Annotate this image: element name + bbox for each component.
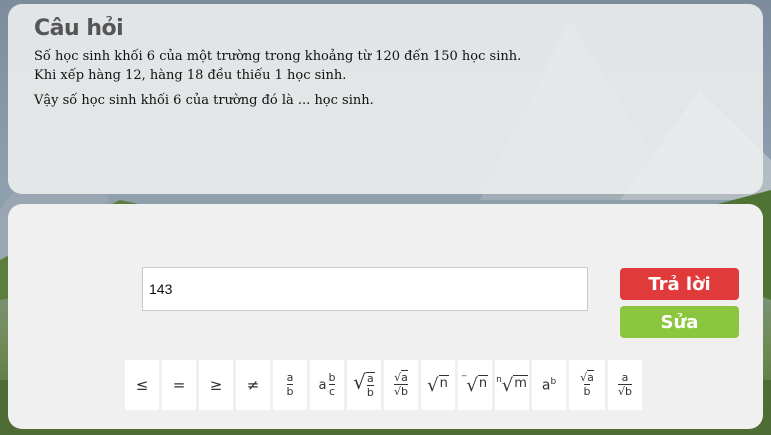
sqrt-button[interactable]: √ n [421, 360, 455, 410]
fraction-button[interactable]: a b [273, 360, 307, 410]
question-panel: Câu hỏi Số học sinh khối 6 của một trườn… [8, 4, 763, 194]
fraction-icon: a b [286, 371, 294, 398]
nth-root-m-button[interactable]: n √ m [495, 360, 529, 410]
mixed-number-button[interactable]: a b c [310, 360, 344, 410]
sqrt-over-sqrt-button[interactable]: √a √b [384, 360, 418, 410]
a-over-sqrt-b-button[interactable]: a √b [608, 360, 642, 410]
sqrt-a-over-b-button[interactable]: √a b [569, 360, 605, 410]
a-over-sqrt-b-icon: a √b [618, 371, 632, 398]
nth-root-button[interactable]: ‾ √ n [458, 360, 492, 410]
power-icon: ab [541, 376, 557, 394]
submit-answer-button[interactable]: Trả lời [620, 268, 739, 300]
sqrt-fraction-icon: √ a b [353, 369, 375, 399]
less-equal-button[interactable]: ≤ [125, 360, 159, 410]
sqrt-icon: √ n [427, 374, 449, 396]
question-title: Câu hỏi [34, 16, 124, 41]
edit-answer-button[interactable]: Sửa [620, 306, 739, 338]
mixed-number-icon: a b c [318, 371, 336, 398]
sqrt-over-sqrt-icon: √a √b [394, 370, 408, 398]
question-line-3: Vậy số học sinh khối 6 của trường đó là … [34, 93, 374, 108]
question-line-2: Khi xếp hàng 12, hàng 18 đều thiếu 1 học… [34, 68, 347, 83]
nth-root-icon: ‾ √ n [461, 374, 489, 396]
not-equal-button[interactable]: ≠ [236, 360, 270, 410]
answer-input[interactable] [142, 267, 588, 311]
math-symbol-toolbar: ≤ = ≥ ≠ a b a b c √ a b √a √b √ n ‾ √ n … [125, 360, 642, 410]
power-button[interactable]: ab [532, 360, 566, 410]
sqrt-fraction-button[interactable]: √ a b [347, 360, 381, 410]
equals-button[interactable]: = [162, 360, 196, 410]
question-line-1: Số học sinh khối 6 của một trường trong … [34, 49, 522, 64]
greater-equal-button[interactable]: ≥ [199, 360, 233, 410]
answer-panel: Trả lời Sửa ≤ = ≥ ≠ a b a b c √ [8, 204, 763, 429]
nth-root-m-icon: n √ m [496, 374, 528, 396]
sqrt-a-over-b-icon: √a b [580, 370, 594, 398]
